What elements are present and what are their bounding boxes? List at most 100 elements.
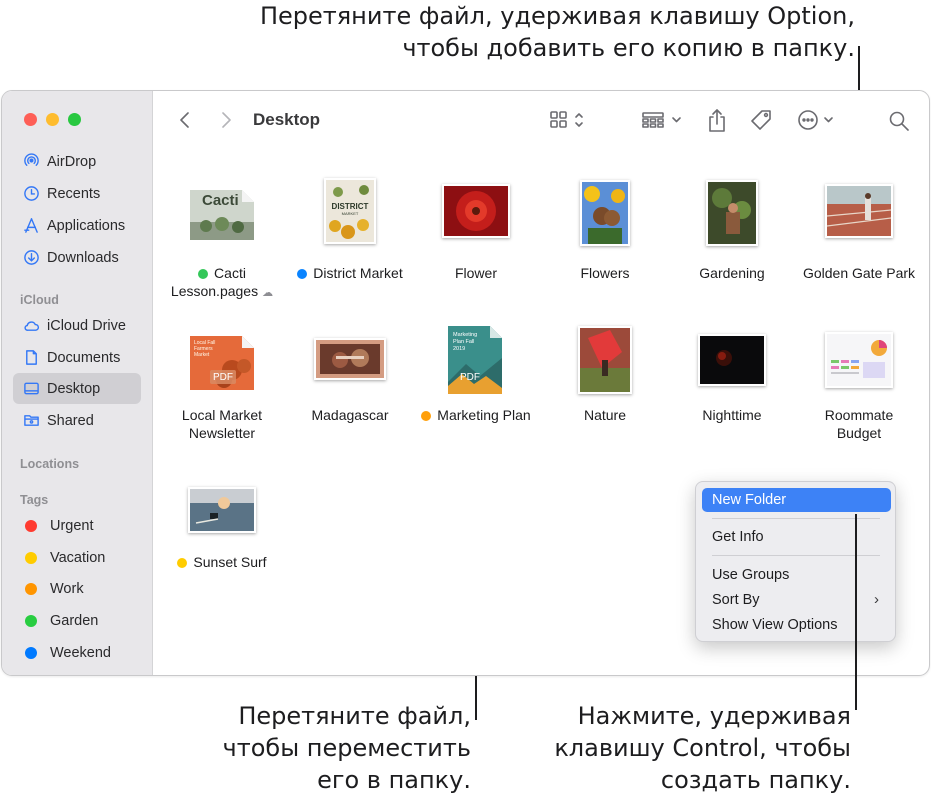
image-thumbnail <box>314 338 386 380</box>
tag-dot <box>25 519 37 532</box>
image-thumbnail <box>706 180 758 246</box>
file-golden-gate-park[interactable]: Golden Gate Park <box>799 176 919 296</box>
action-menu-button[interactable] <box>795 107 841 133</box>
image-thumbnail <box>825 184 893 238</box>
tag-dot-yellow <box>177 558 188 568</box>
sidebar-tag-weekend[interactable]: Weekend <box>13 637 141 668</box>
file-flower[interactable]: Flower <box>416 176 536 296</box>
callout-text: клавишу Control, чтобы <box>554 734 851 762</box>
callout-control-click: Нажмите, удерживая клавишу Control, чтоб… <box>554 700 851 796</box>
file-name: Flower <box>454 265 497 281</box>
tag-dot-green <box>198 269 209 279</box>
view-mode-button[interactable] <box>547 108 589 132</box>
file-name: Golden Gate Park <box>802 265 916 281</box>
file-name: Budget <box>836 425 882 441</box>
image-thumbnail <box>188 487 256 533</box>
file-madagascar[interactable]: Madagascar <box>290 324 410 444</box>
group-by-button[interactable] <box>639 108 687 132</box>
sidebar-item-icloud-drive[interactable]: iCloud Drive <box>13 310 141 341</box>
sidebar-item-label: Documents <box>47 349 121 366</box>
airdrop-icon <box>22 153 40 171</box>
callout-text: создать папку. <box>660 766 851 794</box>
file-name: Sunset Surf <box>162 553 282 571</box>
sidebar-item-recents[interactable]: Recents <box>13 178 141 209</box>
grid-view-icon <box>550 111 583 128</box>
menu-item-show-view-options[interactable]: Show View Options <box>702 613 891 637</box>
sidebar-tag-vacation[interactable]: Vacation <box>13 542 141 573</box>
group-icon <box>642 112 681 128</box>
file-marketing-plan[interactable]: Marketing Plan Fall 2019 PDF Marketing P… <box>416 324 536 444</box>
sidebar-tag-work[interactable]: Work <box>13 573 141 604</box>
tags-button[interactable] <box>748 107 774 133</box>
file-local-market-newsletter[interactable]: Local Fall Farmers Market PDF Local Mark… <box>162 324 282 444</box>
sidebar-tag-garden[interactable]: Garden <box>13 605 141 636</box>
file-name: Gardening <box>699 265 765 281</box>
sidebar-item-shared[interactable]: Shared <box>13 405 141 436</box>
tag-icon <box>751 110 771 130</box>
sidebar-item-applications[interactable]: Applications <box>13 210 141 241</box>
thumbnail-title: Local Fall Farmers Market <box>194 340 216 358</box>
sidebar-item-documents[interactable]: Documents <box>13 342 141 373</box>
file-roommate-budget[interactable]: Roommate Budget <box>799 324 919 444</box>
file-cacti-lesson[interactable]: Cacti Cacti Lesson.pages ☁ <box>162 176 282 299</box>
file-nighttime[interactable]: Nighttime <box>672 324 792 444</box>
chevron-right-icon: › <box>874 591 879 608</box>
sidebar-item-airdrop[interactable]: AirDrop <box>13 146 141 177</box>
cloud-icon <box>22 317 40 335</box>
pdf-badge: PDF <box>460 372 480 383</box>
file-gardening[interactable]: Gardening <box>672 176 792 296</box>
sidebar-item-label: Vacation <box>50 549 106 566</box>
callout-option-drag: Перетяните файл, удерживая клавишу Optio… <box>260 0 855 64</box>
file-name: District Market <box>275 264 425 282</box>
file-name-line: District Market <box>313 265 403 281</box>
pdf-thumbnail: Local Fall Farmers Market PDF <box>188 330 256 390</box>
sidebar-item-label: AirDrop <box>47 153 97 170</box>
file-name-line: Marketing Plan <box>437 407 531 423</box>
clock-icon <box>22 185 40 203</box>
sidebar-tag-urgent[interactable]: Urgent <box>13 510 141 541</box>
menu-item-get-info[interactable]: Get Info <box>702 525 891 549</box>
share-icon <box>709 109 725 132</box>
file-name: Madagascar <box>311 407 389 423</box>
sidebar-item-label: Applications <box>47 217 126 234</box>
menu-item-use-groups[interactable]: Use Groups <box>702 563 891 587</box>
image-thumbnail <box>580 180 630 246</box>
tag-dot-orange <box>421 411 432 421</box>
menu-item-label: Sort By <box>712 592 760 608</box>
sidebar-item-label: Urgent <box>50 517 94 534</box>
sidebar-item-label: iCloud Drive <box>47 317 126 334</box>
file-name: Nighttime <box>702 407 762 423</box>
file-name: Local Market <box>181 407 263 423</box>
minimize-window-button[interactable] <box>46 113 59 126</box>
back-button[interactable] <box>174 109 196 131</box>
file-nature[interactable]: Nature <box>545 324 665 444</box>
sidebar-item-label: Garden <box>50 612 99 629</box>
thumbnail-title: Marketing Plan Fall 2019 <box>453 332 478 352</box>
menu-item-new-folder[interactable]: New Folder <box>702 488 891 512</box>
file-flowers[interactable]: Flowers <box>545 176 665 296</box>
file-district-market[interactable]: DISTRICT MARKET District Market <box>290 176 410 296</box>
ellipsis-circle-icon <box>798 110 833 130</box>
icloud-download-icon: ☁ <box>262 287 274 299</box>
forward-button[interactable] <box>215 109 237 131</box>
file-sunset-surf[interactable]: Sunset Surf <box>162 481 282 581</box>
callout-text: Перетяните файл, <box>238 702 471 730</box>
sidebar-item-desktop[interactable]: Desktop <box>13 373 141 404</box>
file-name: Newsletter <box>188 425 256 441</box>
pdf-thumbnail: Marketing Plan Fall 2019 PDF <box>446 324 506 396</box>
sidebar-item-downloads[interactable]: Downloads <box>13 242 141 273</box>
search-button[interactable] <box>886 108 912 134</box>
close-window-button[interactable] <box>24 113 37 126</box>
share-button[interactable] <box>704 106 730 134</box>
shared-folder-icon <box>22 412 40 430</box>
file-name-line: Lesson.pages <box>170 283 259 299</box>
file-name-line: Cacti <box>214 265 246 281</box>
sidebar-item-label: Weekend <box>50 644 111 661</box>
file-name: Roommate <box>824 407 894 423</box>
menu-item-sort-by[interactable]: Sort By › <box>702 588 891 612</box>
sidebar-item-label: Shared <box>47 412 94 429</box>
tag-dot <box>25 582 37 595</box>
zoom-window-button[interactable] <box>68 113 81 126</box>
window-title: Desktop <box>253 110 321 129</box>
callout-text: Нажмите, удерживая <box>577 702 851 730</box>
